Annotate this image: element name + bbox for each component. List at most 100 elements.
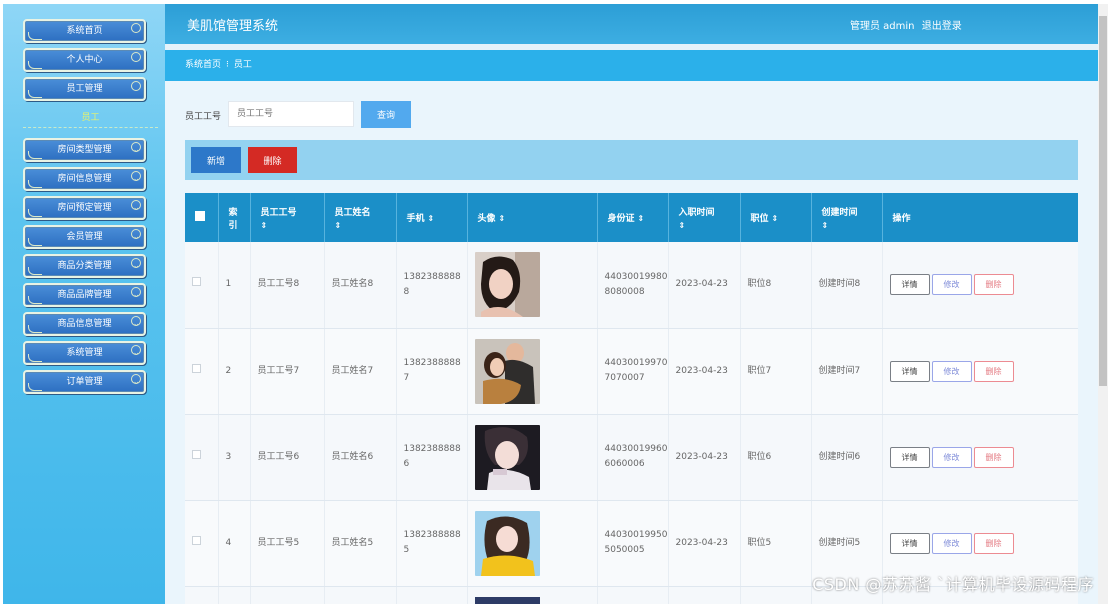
cell-ops: 详情 修改 删除 [882,328,1078,415]
detail-button[interactable]: 详情 [889,360,930,382]
logout-link[interactable]: 退出登录 [922,21,962,32]
cell-id-card [597,586,669,604]
header-created[interactable]: 创建时间 ⇕ [811,193,883,242]
delete-button[interactable]: 删除 [973,532,1014,554]
sort-icon[interactable]: ⇕ [335,221,396,230]
header-emp-name-label: 员工姓名 [334,208,371,218]
header-hire-date[interactable]: 入职时间 ⇕ [668,193,741,242]
cell-ops: 详情 修改 删除 [882,242,1078,329]
search-button[interactable]: 查询 [361,101,411,128]
table-row: 3 员工工号6 员工姓名6 1382388888 6 44030019960 6… [185,414,1078,501]
cell-created: 创建时间7 [811,328,883,415]
edit-button[interactable]: 修改 [931,360,972,382]
sidebar-item-profile[interactable]: 个人中心 [23,48,146,72]
cell-id-card: 44030019960 6060006 [597,414,669,501]
sort-icon[interactable]: ⇕ [261,221,324,230]
cell-select [185,242,219,329]
sort-icon[interactable]: ⇕ [772,214,779,223]
avatar-image[interactable] [474,510,540,576]
sidebar-item-home[interactable]: 系统首页 [23,19,146,43]
edit-button[interactable]: 修改 [931,532,972,554]
header-emp-name[interactable]: 员工姓名 ⇕ [324,193,397,242]
sort-icon[interactable]: ⇕ [822,221,882,230]
avatar-image[interactable] [474,252,540,318]
sidebar-item-product-category[interactable]: ⌄ 商品分类管理 [23,254,146,278]
row-checkbox[interactable] [192,449,201,459]
batch-delete-button[interactable]: 删除 [248,147,297,173]
chevron-down-icon: ⌄ [132,232,140,242]
select-all-checkbox[interactable] [195,211,205,221]
cell-emp-no: 员工工号6 [250,414,325,501]
cell-index: 2 [218,328,251,415]
avatar-image[interactable] [474,424,540,490]
sort-icon[interactable]: ⇕ [428,214,435,223]
sidebar-item-room-booking[interactable]: ⌄ 房间预定管理 [23,196,146,220]
breadcrumb-current: 员工 [233,60,252,70]
phone-part: 1382388888 [403,358,461,368]
detail-button[interactable]: 详情 [889,532,930,554]
sidebar-item-system[interactable]: ⌄ 系统管理 [23,341,146,365]
sort-icon[interactable]: ⇕ [499,214,506,223]
edit-button[interactable]: 修改 [931,274,972,296]
edit-button[interactable]: 修改 [931,446,972,468]
header-id-card[interactable]: 身份证 ⇕ [597,193,669,242]
scrollbar-thumb[interactable] [1099,16,1107,386]
page-scrollbar[interactable] [1098,4,1108,604]
table-header-row: 索引 员工工号 ⇕ 员工姓名 ⇕ 手机 ⇕ 头像 ⇕ 身份证 ⇕ 入职时间 ⇕ 职位 ⇕ 创建… [185,193,1078,242]
cell-id-card: 44030019980 8080008 [597,242,669,329]
sidebar-item-label: 系统管理 [66,348,103,358]
sidebar-item-employees[interactable]: 员工管理 [23,77,146,101]
header-emp-no[interactable]: 员工工号 ⇕ [250,193,325,242]
user-area: 管理员 admin 退出登录 [850,17,966,32]
detail-button[interactable]: 详情 [889,446,930,468]
chevron-down-icon: ⌄ [132,290,140,300]
header-avatar[interactable]: 头像 ⇕ [467,193,598,242]
avatar-image[interactable] [474,596,540,604]
sidebar-item-room-info[interactable]: ⌄ 房间信息管理 [23,167,146,191]
avatar-image[interactable] [474,338,540,404]
sidebar-item-orders[interactable]: ⌄ 订单管理 [23,370,146,394]
breadcrumb-separator: ⁝ [226,60,229,70]
row-checkbox[interactable] [192,535,201,545]
delete-button[interactable]: 删除 [973,360,1014,382]
sidebar-item-label: 商品信息管理 [57,319,112,329]
sidebar-subitem-employee[interactable]: 员工 [23,108,158,128]
breadcrumb-home[interactable]: 系统首页 [185,60,221,70]
sidebar-item-label: 个人中心 [66,55,103,65]
header-phone[interactable]: 手机 ⇕ [396,193,468,242]
table-row: 1 员工工号8 员工姓名8 1382388888 8 44030019980 8… [185,242,1078,329]
chevron-down-icon: ⌄ [132,203,140,213]
delete-button[interactable]: 删除 [973,446,1014,468]
cell-emp-name: 员工姓名6 [324,414,397,501]
cell-emp-no: 员工工号7 [250,328,325,415]
search-input[interactable] [228,101,354,127]
add-button[interactable]: 新增 [191,147,241,173]
sort-icon[interactable]: ⇕ [638,214,645,223]
sidebar-item-room-types[interactable]: ⌄ 房间类型管理 [23,138,146,162]
cell-hire-date: 2023-04-23 [668,242,741,329]
cell-index: 4 [218,500,251,587]
detail-button[interactable]: 详情 [889,274,930,296]
cell-emp-name [324,586,397,604]
cell-id-card: 44030019950 5050005 [597,500,669,587]
sidebar-item-members[interactable]: ⌄ 会员管理 [23,225,146,249]
cell-select [185,500,219,587]
header-select-all[interactable] [185,193,219,242]
row-checkbox[interactable] [192,277,201,287]
delete-button[interactable]: 删除 [973,274,1014,296]
search-label: 员工工号 [185,112,222,122]
row-checkbox[interactable] [192,363,201,373]
sort-icon[interactable]: ⇕ [679,221,740,230]
header-position[interactable]: 职位 ⇕ [740,193,812,242]
sidebar-item-label: 订单管理 [66,377,103,387]
sidebar-item-label: 商品品牌管理 [57,290,112,300]
cell-phone [396,586,468,604]
cell-hire-date: 2023-04-23 [668,414,741,501]
cell-avatar [467,586,598,604]
sidebar-item-product-brand[interactable]: ⌄ 商品品牌管理 [23,283,146,307]
phone-part: 1382388888 [403,530,461,540]
sidebar-item-product-info[interactable]: ⌄ 商品信息管理 [23,312,146,336]
sidebar-item-label: 系统首页 [66,26,103,36]
cell-phone: 1382388888 8 [396,242,468,329]
watermark-text: CSDN @苏苏酱 ˋ计算机毕设源码程序 [812,575,1094,594]
